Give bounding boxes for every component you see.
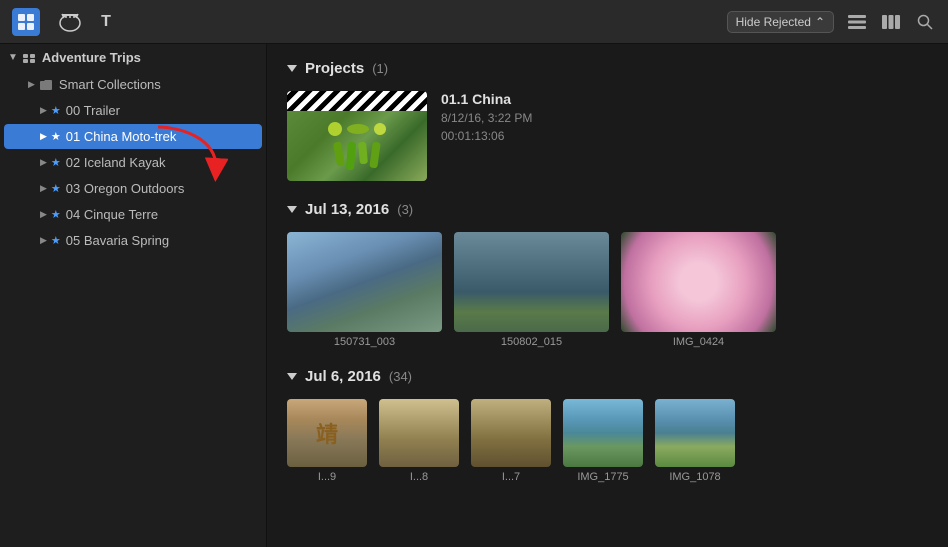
smart-collections-chevron: ▶ xyxy=(28,79,35,90)
smart-collections-label: Smart Collections xyxy=(59,77,161,92)
bavaria-star-icon: ★ xyxy=(51,234,61,247)
oregon-label: 03 Oregon Outdoors xyxy=(66,181,185,196)
china-chevron: ▶ xyxy=(40,131,47,142)
cinque-label: 04 Cinque Terre xyxy=(66,207,158,222)
projects-section-header[interactable]: Projects (1) xyxy=(287,60,928,77)
media-label-i7: I...7 xyxy=(502,471,520,483)
projects-title: Projects xyxy=(305,60,364,77)
project-item: 01.1 China 8/12/16, 3:22 PM 00:01:13:06 xyxy=(287,91,928,181)
folder-icon xyxy=(39,79,53,91)
cinque-chevron: ▶ xyxy=(40,209,47,220)
bavaria-chevron: ▶ xyxy=(40,235,47,246)
toolbar: T Hide Rejected ⌃ xyxy=(0,0,948,44)
jul6-title: Jul 6, 2016 xyxy=(305,368,381,385)
jul6-chevron xyxy=(287,373,297,380)
hide-rejected-button[interactable]: Hide Rejected ⌃ xyxy=(727,11,834,33)
bavaria-label: 05 Bavaria Spring xyxy=(66,233,169,248)
media-thumb-150802 xyxy=(454,232,609,332)
media-label-img1775: IMG_1775 xyxy=(577,471,628,483)
sidebar-item-02-iceland[interactable]: ▶ ★ 02 Iceland Kayak xyxy=(4,150,262,175)
camera-icon[interactable] xyxy=(56,8,84,36)
libraries-icon[interactable] xyxy=(12,8,40,36)
hide-rejected-arrow: ⌃ xyxy=(815,15,825,29)
media-item-150802[interactable]: 150802_015 xyxy=(454,232,609,348)
jul13-media-grid: 150731_003 150802_015 IMG_0424 xyxy=(287,232,928,348)
library-icon xyxy=(22,51,36,65)
project-meta: 01.1 China 8/12/16, 3:22 PM 00:01:13:06 xyxy=(441,91,532,143)
media-thumb-i7 xyxy=(471,399,551,467)
media-thumb-150731 xyxy=(287,232,442,332)
projects-count: (1) xyxy=(372,61,388,76)
jul13-chevron xyxy=(287,206,297,213)
china-label: 01 China Moto-trek xyxy=(66,129,177,144)
project-date: 8/12/16, 3:22 PM xyxy=(441,111,532,125)
media-label-i9: I...9 xyxy=(318,471,336,483)
trailer-label: 00 Trailer xyxy=(66,103,120,118)
projects-chevron xyxy=(287,65,297,72)
sidebar-item-03-oregon[interactable]: ▶ ★ 03 Oregon Outdoors xyxy=(4,176,262,201)
media-item-i7[interactable]: I...7 xyxy=(471,399,551,483)
jul13-title: Jul 13, 2016 xyxy=(305,201,389,218)
media-item-i8[interactable]: I...8 xyxy=(379,399,459,483)
library-title: Adventure Trips xyxy=(42,50,141,65)
media-thumb-i8 xyxy=(379,399,459,467)
media-thumb-i9: 靖 xyxy=(287,399,367,467)
trailer-star-icon: ★ xyxy=(51,104,61,117)
oregon-chevron: ▶ xyxy=(40,183,47,194)
title-generator-icon[interactable]: T xyxy=(92,8,120,36)
project-thumbnail[interactable] xyxy=(287,91,427,181)
media-label-img1078: IMG_1078 xyxy=(669,471,720,483)
sidebar: ▼ Adventure Trips ▶ Smart Collections ▶ … xyxy=(0,44,267,547)
jul6-section-header[interactable]: Jul 6, 2016 (34) xyxy=(287,368,928,385)
jul6-count: (34) xyxy=(389,369,412,384)
view-filmstrip-icon[interactable] xyxy=(880,11,902,33)
jul13-section-header[interactable]: Jul 13, 2016 (3) xyxy=(287,201,928,218)
media-label-img0424: IMG_0424 xyxy=(673,336,724,348)
media-item-i9[interactable]: 靖 I...9 xyxy=(287,399,367,483)
media-thumb-img1775 xyxy=(563,399,643,467)
sidebar-item-smart-collections[interactable]: ▶ Smart Collections xyxy=(4,72,262,97)
project-name: 01.1 China xyxy=(441,91,532,107)
media-label-150731: 150731_003 xyxy=(334,336,395,348)
sidebar-item-01-china[interactable]: ▶ ★ 01 China Moto-trek xyxy=(4,124,262,149)
media-label-150802: 150802_015 xyxy=(501,336,562,348)
cinque-star-icon: ★ xyxy=(51,208,61,221)
iceland-label: 02 Iceland Kayak xyxy=(66,155,166,170)
media-item-img1078[interactable]: IMG_1078 xyxy=(655,399,735,483)
hide-rejected-label: Hide Rejected xyxy=(736,15,811,29)
oregon-star-icon: ★ xyxy=(51,182,61,195)
trailer-chevron: ▶ xyxy=(40,105,47,116)
sidebar-item-00-trailer[interactable]: ▶ ★ 00 Trailer xyxy=(4,98,262,123)
iceland-star-icon: ★ xyxy=(51,156,61,169)
media-item-img0424[interactable]: IMG_0424 xyxy=(621,232,776,348)
media-thumb-img0424 xyxy=(621,232,776,332)
jul13-count: (3) xyxy=(397,202,413,217)
toolbar-left: T xyxy=(12,8,120,36)
library-chevron: ▼ xyxy=(8,52,18,63)
view-list-icon[interactable] xyxy=(846,11,868,33)
library-header[interactable]: ▼ Adventure Trips xyxy=(0,44,266,71)
search-icon[interactable] xyxy=(914,11,936,33)
media-item-150731[interactable]: 150731_003 xyxy=(287,232,442,348)
jul6-media-grid: 靖 I...9 I...8 I...7 xyxy=(287,399,928,483)
iceland-chevron: ▶ xyxy=(40,157,47,168)
media-label-i8: I...8 xyxy=(410,471,428,483)
media-thumb-img1078 xyxy=(655,399,735,467)
china-star-icon: ★ xyxy=(51,130,61,143)
project-duration: 00:01:13:06 xyxy=(441,129,532,143)
main-layout: ▼ Adventure Trips ▶ Smart Collections ▶ … xyxy=(0,44,948,547)
media-item-img1775[interactable]: IMG_1775 xyxy=(563,399,643,483)
toolbar-right: Hide Rejected ⌃ xyxy=(727,11,936,33)
sidebar-item-04-cinque[interactable]: ▶ ★ 04 Cinque Terre xyxy=(4,202,262,227)
sidebar-item-05-bavaria[interactable]: ▶ ★ 05 Bavaria Spring xyxy=(4,228,262,253)
content-area: Projects (1) xyxy=(267,44,948,547)
